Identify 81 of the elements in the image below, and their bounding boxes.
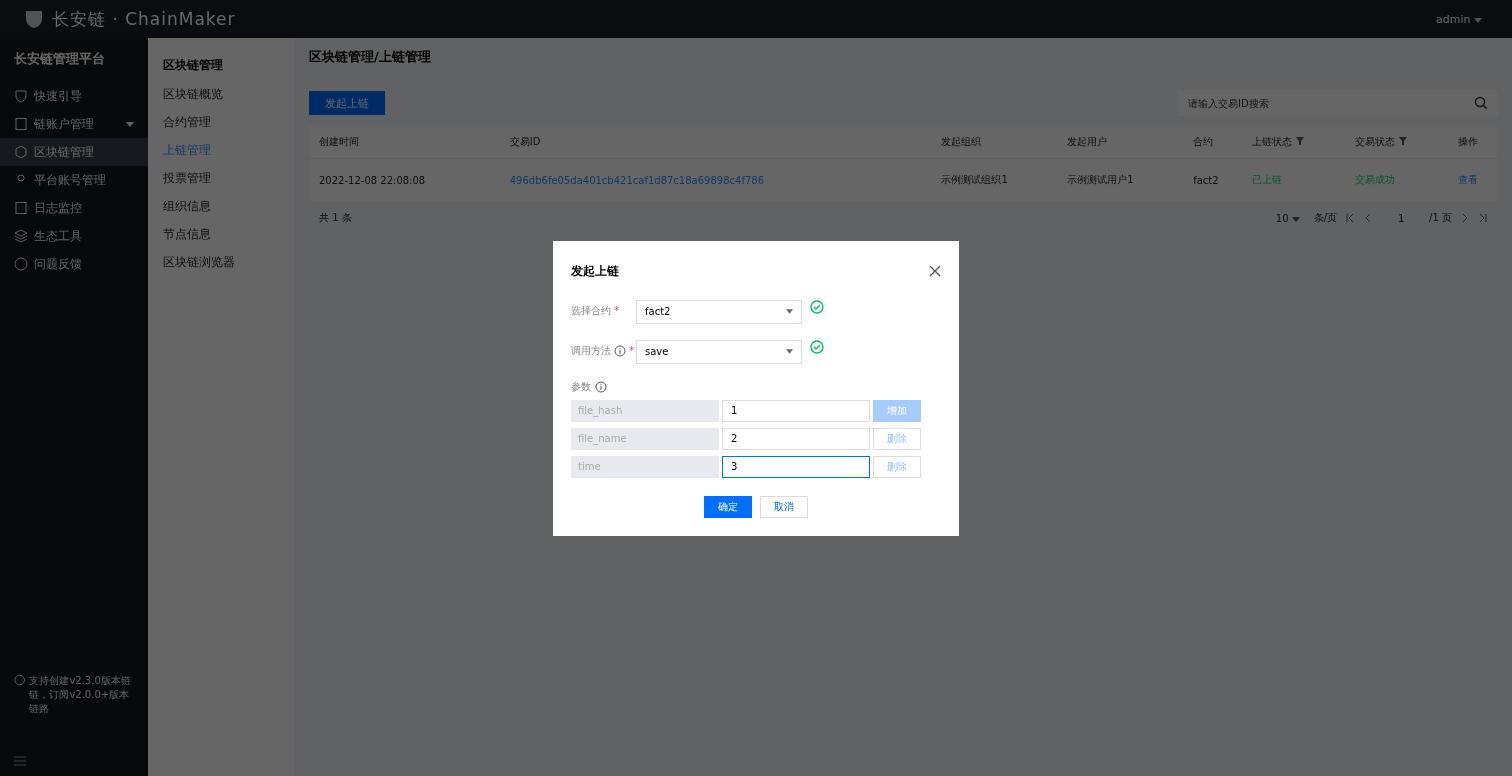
doc-icon [14,117,28,131]
first-page-icon[interactable] [1345,213,1356,223]
shield-icon [14,89,28,103]
table-link[interactable]: 查看 [1457,174,1478,185]
cubes-icon [14,145,28,159]
close-icon[interactable] [929,265,941,277]
column-header: 发起用户 [1067,136,1108,147]
nav-item[interactable]: 区块链概览 [163,80,295,108]
next-page-icon[interactable] [1460,213,1470,223]
table-cell: 示例测试组织1 [941,174,1008,185]
column-header: 交易状态 [1355,136,1395,147]
column-header: 发起组织 [941,136,982,147]
sidebar-item[interactable]: 平台账号管理 [0,166,148,194]
search-icon[interactable] [1474,96,1488,110]
column-header: 交易ID [509,136,541,147]
info-icon [595,380,607,393]
sidebar-item[interactable]: 区块链管理 [0,138,148,166]
breadcrumb: 区块链管理/上链管理 [309,48,432,64]
select-field[interactable]: save [636,339,802,364]
nav-item[interactable]: 投票管理 [163,164,295,192]
delete-button[interactable]: 删除 [873,427,921,450]
search-field[interactable]: 请输入交易ID搜索 [1178,90,1498,116]
nav-item[interactable]: 组织信息 [163,192,295,220]
param-name-field: file_hash [571,399,719,422]
caret-icon [786,309,793,314]
layers-icon [14,229,28,243]
table-cell: 示例测试用户1 [1067,174,1134,185]
caret-icon [786,349,793,354]
user-menu[interactable]: admin [1430,11,1488,27]
page-count: /1 页 [1429,211,1452,225]
nav-item[interactable]: 上链管理 [163,136,295,164]
help-icon [14,257,28,271]
version-note: 支持创建v2.3.0版本链链，订阅v2.0.0+版本链路 [29,674,132,716]
param-name-field: time [571,455,719,478]
cancel-button[interactable]: 取消 [760,495,808,518]
sidebar-item[interactable]: 链账户管理 [0,110,148,138]
page-size-unit: 条/页 [1313,211,1338,225]
sidebar-item[interactable]: 快速引导 [0,82,148,110]
table-cell: fact2 [1193,174,1219,186]
column-header: 创建时间 [319,136,359,147]
param-value-field[interactable]: 1 [722,399,870,422]
column-header: 上链状态 [1252,136,1293,147]
column-header: 操作 [1457,136,1478,147]
field-label: 选择合约 [571,303,611,318]
param-value-field[interactable]: 3 [722,455,870,478]
param-name-field: file_name [571,427,719,450]
param-value-field[interactable]: 2 [722,427,870,450]
caret-icon [1291,216,1300,222]
page-input[interactable]: 1 [1381,212,1422,224]
table-cell: 2022-12-08 22:08:08 [319,174,426,186]
page-size-select[interactable]: 10 [1269,211,1306,225]
filter-icon[interactable] [1399,137,1407,145]
last-page-icon[interactable] [1478,213,1488,223]
table-cell: 已上链 [1252,174,1283,185]
column-header: 合约 [1193,136,1214,147]
nav-item[interactable]: 合约管理 [163,108,295,136]
dialog-title: 发起上链 [571,262,619,280]
sidebar-item[interactable]: 日志监控 [0,194,148,222]
platform-title: 长安链管理平台 [13,50,106,68]
info-icon [14,674,26,686]
caret-icon [1474,17,1482,23]
required-mark: * [614,305,619,316]
required-mark: * [629,345,634,356]
section-title: 区块链管理 [163,56,224,74]
sidebar-item[interactable]: 问题反馈 [0,250,148,278]
confirm-button[interactable]: 确定 [704,495,752,518]
nav-item[interactable]: 节点信息 [163,220,295,248]
params-label: 参数 [571,379,591,394]
total-count: 共 1 条 [319,211,352,225]
shield-logo-icon [24,9,44,29]
logo-text: 长安链 · ChainMaker [52,7,236,31]
delete-button[interactable]: 删除 [873,455,921,478]
table-link[interactable]: 496db6fe05da401cb421caf1d87c18a69898c4f786 [509,174,764,186]
table-cell: 交易成功 [1355,174,1395,185]
nav-item[interactable]: 区块链浏览器 [163,248,295,276]
select-field[interactable]: fact2 [636,299,802,324]
field-label: 调用方法 [571,343,611,358]
start-upload-button[interactable]: 发起上链 [309,91,385,115]
filter-icon[interactable] [1296,137,1305,145]
sidebar-item[interactable]: 生态工具 [0,222,148,250]
book-icon [14,201,28,215]
